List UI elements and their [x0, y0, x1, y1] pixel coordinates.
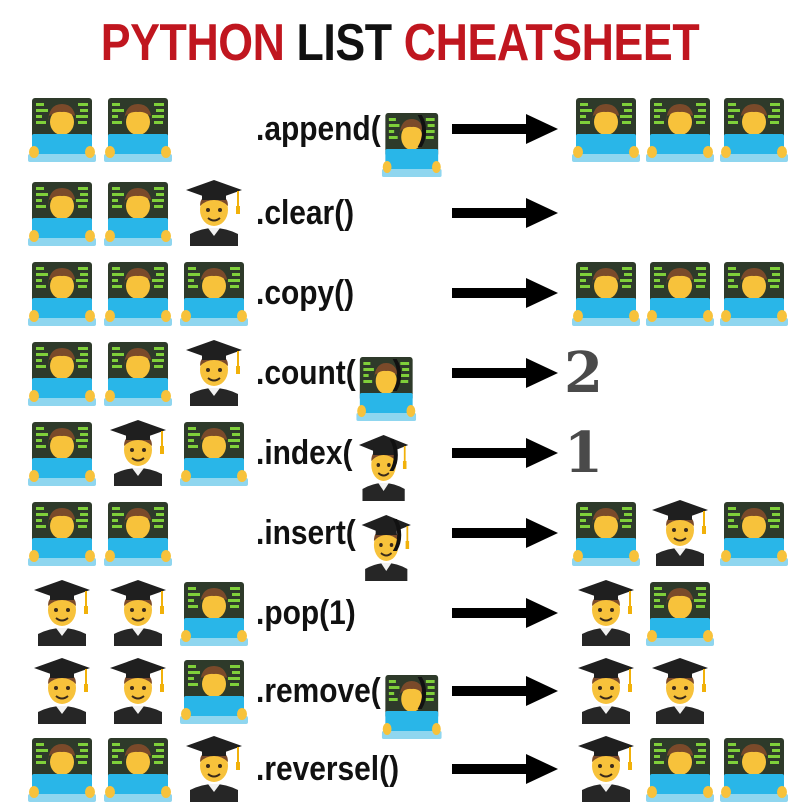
student-icon: [646, 498, 714, 566]
technologist-icon: [646, 258, 714, 326]
technologist-icon: [646, 734, 714, 802]
method-name: .pop(1): [256, 594, 356, 632]
technologist-icon: [356, 353, 417, 421]
technologist-icon: [28, 258, 96, 326]
method-call: .append( ): [256, 106, 442, 177]
method-name: .reversel(): [256, 750, 400, 788]
technologist-icon: [572, 258, 640, 326]
result-value: 1: [564, 420, 603, 486]
technologist-icon: [104, 498, 172, 566]
technologist-icon: [28, 498, 96, 566]
technologist-icon: [720, 258, 788, 326]
method-close-paren: ): [417, 110, 428, 148]
method-close-paren: ): [389, 434, 400, 472]
student-icon: [353, 433, 408, 501]
technologist-icon: [720, 498, 788, 566]
method-name: .append(: [256, 110, 381, 148]
right-arrow-icon: [452, 674, 560, 708]
method-row: .pop(1): [0, 578, 800, 656]
method-row: .index( ) 1: [0, 418, 800, 501]
technologist-icon: [180, 258, 248, 326]
method-call: .copy(): [256, 270, 354, 316]
student-icon: [180, 338, 248, 406]
method-row: .reversel(): [0, 734, 800, 812]
student-icon: [646, 656, 714, 724]
method-row: .remove( ): [0, 656, 800, 739]
method-close-paren: ): [392, 354, 403, 392]
right-arrow-icon: [452, 276, 560, 310]
title-python: PYTHON: [100, 14, 285, 72]
technologist-icon: [180, 418, 248, 486]
method-name: .index(: [256, 434, 353, 472]
technologist-icon: [720, 734, 788, 802]
student-icon: [180, 734, 248, 802]
method-call: .insert( ): [256, 510, 412, 581]
method-call: .pop(1): [256, 590, 356, 636]
method-name: .copy(): [256, 274, 355, 312]
technologist-icon: [720, 94, 788, 162]
student-icon: [28, 578, 96, 646]
student-icon: [104, 418, 172, 486]
student-icon: [357, 513, 412, 581]
student-icon: [572, 734, 640, 802]
technologist-icon: [180, 656, 248, 724]
method-name: .clear(): [256, 194, 355, 232]
title-list: LIST: [296, 14, 393, 72]
student-icon: [572, 578, 640, 646]
technologist-icon: [28, 338, 96, 406]
method-row: .clear(): [0, 178, 800, 256]
result-value: 2: [564, 340, 603, 406]
right-arrow-icon: [452, 436, 560, 470]
method-call: .index( ): [256, 430, 408, 501]
right-arrow-icon: [452, 596, 560, 630]
technologist-icon: [381, 671, 442, 739]
technologist-icon: [28, 418, 96, 486]
method-close-paren: ): [417, 672, 428, 710]
method-row: .insert( ): [0, 498, 800, 581]
technologist-icon: [646, 94, 714, 162]
technologist-icon: [180, 578, 248, 646]
student-icon: [104, 656, 172, 724]
page-title: PYTHON LIST CHEATSHEET: [56, 8, 744, 78]
method-row: .count( ) 2: [0, 338, 800, 421]
method-name: .count(: [256, 354, 356, 392]
student-icon: [104, 578, 172, 646]
right-arrow-icon: [452, 752, 560, 786]
method-call: .clear(): [256, 190, 354, 236]
method-close-paren: ): [392, 514, 403, 552]
right-arrow-icon: [452, 516, 560, 550]
technologist-icon: [104, 178, 172, 246]
student-icon: [180, 178, 248, 246]
right-arrow-icon: [452, 112, 560, 146]
title-cheatsheet: CHEATSHEET: [403, 14, 700, 72]
technologist-icon: [572, 498, 640, 566]
technologist-icon: [572, 94, 640, 162]
technologist-icon: [381, 109, 442, 177]
method-name: .insert(: [256, 514, 356, 552]
method-name: .remove(: [256, 672, 381, 710]
right-arrow-icon: [452, 196, 560, 230]
right-arrow-icon: [452, 356, 560, 390]
technologist-icon: [646, 578, 714, 646]
technologist-icon: [104, 734, 172, 802]
method-call: .reversel(): [256, 746, 399, 792]
technologist-icon: [28, 734, 96, 802]
technologist-icon: [28, 178, 96, 246]
method-row: .append( ): [0, 94, 800, 177]
student-icon: [28, 656, 96, 724]
technologist-icon: [104, 258, 172, 326]
method-call: .remove( ): [256, 668, 442, 739]
method-row: .copy(): [0, 258, 800, 336]
technologist-icon: [104, 338, 172, 406]
technologist-icon: [104, 94, 172, 162]
student-icon: [572, 656, 640, 724]
method-call: .count( ): [256, 350, 417, 421]
technologist-icon: [28, 94, 96, 162]
